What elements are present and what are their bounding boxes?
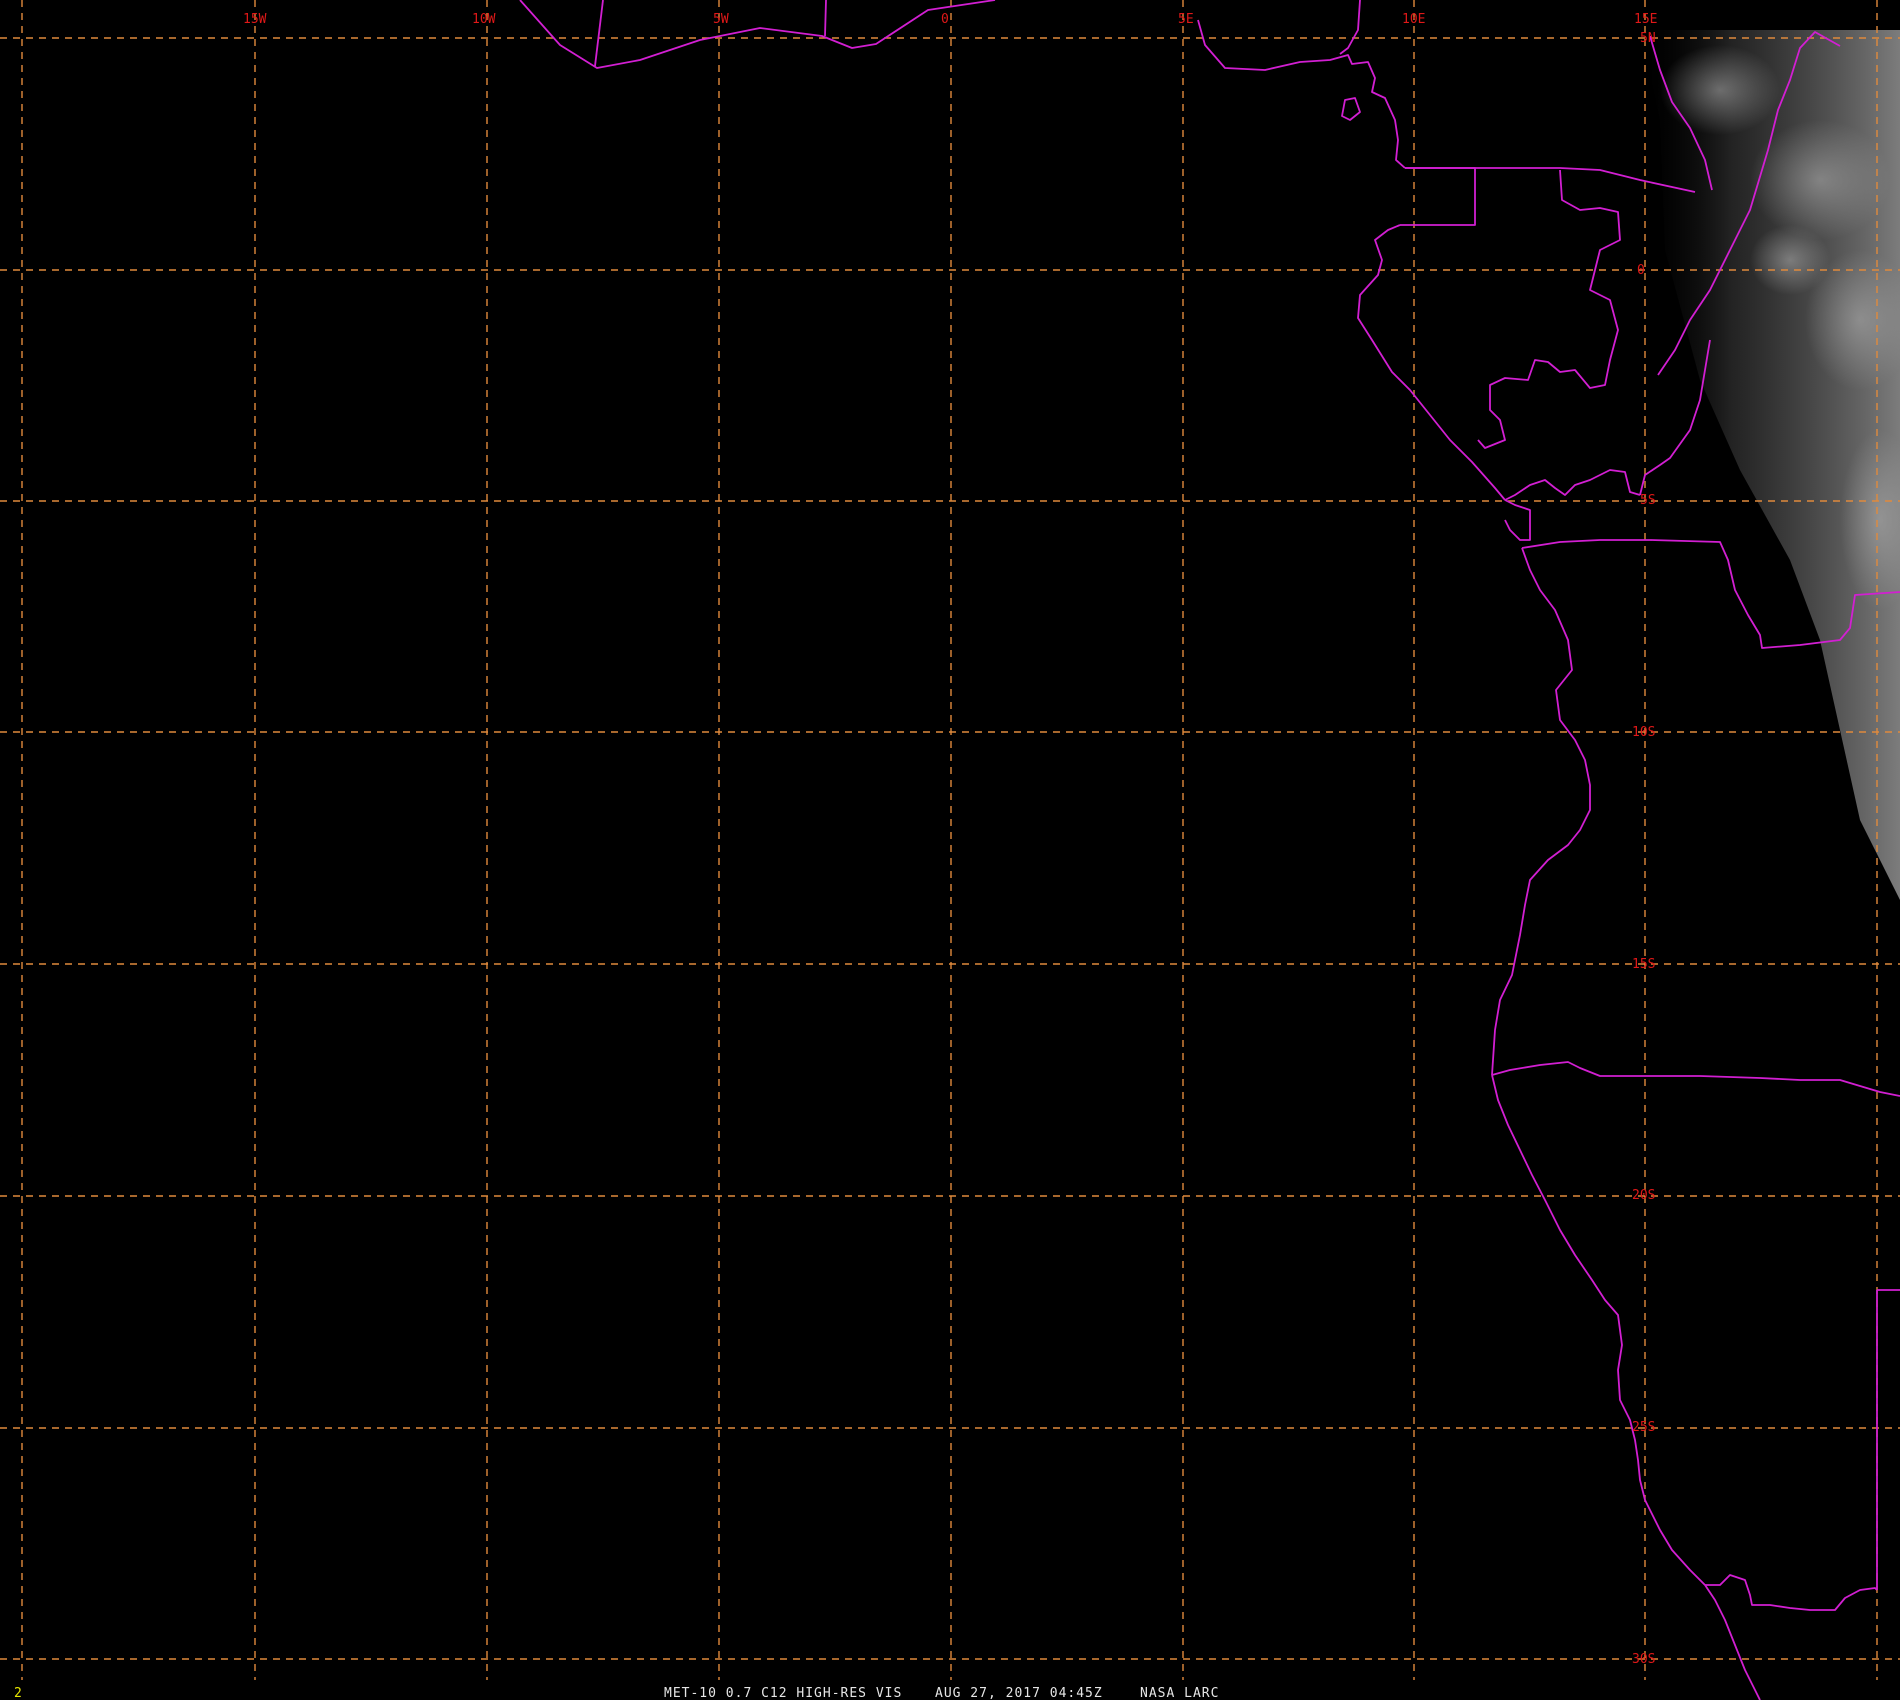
lon-label-10e: 10E (1402, 12, 1425, 27)
lat-label-30s: 30S (1632, 1652, 1655, 1667)
satellite-map: 15W 10W 5W 0 5E 10E 15E 5N 0 5S 10S 15S … (0, 0, 1900, 1700)
lat-label-15s: 15S (1632, 957, 1655, 972)
ghana-border (824, 0, 827, 37)
map-background (0, 0, 1900, 1700)
lon-label-5w: 5W (713, 12, 729, 27)
lon-label-15e: 15E (1634, 12, 1657, 27)
lat-label-5s: 5S (1640, 493, 1656, 508)
lat-label-0: 0 (1637, 263, 1645, 278)
lon-label-15w: 15W (243, 12, 267, 27)
caption-datetime: AUG 27, 2017 04:45Z (935, 1686, 1103, 1700)
lon-label-0: 0 (941, 12, 949, 27)
lon-label-5e: 5E (1178, 12, 1194, 27)
lat-label-5n: 5N (1640, 31, 1656, 46)
lat-label-10s: 10S (1632, 725, 1655, 740)
caption-satellite-product: MET-10 0.7 C12 HIGH-RES VIS (664, 1686, 902, 1700)
frame-number: 2 (14, 1686, 22, 1700)
caption-source: NASA LARC (1140, 1686, 1219, 1700)
lat-label-20s: 20S (1632, 1188, 1655, 1203)
lat-label-25s: 25S (1632, 1420, 1655, 1435)
lon-label-10w: 10W (472, 12, 496, 27)
